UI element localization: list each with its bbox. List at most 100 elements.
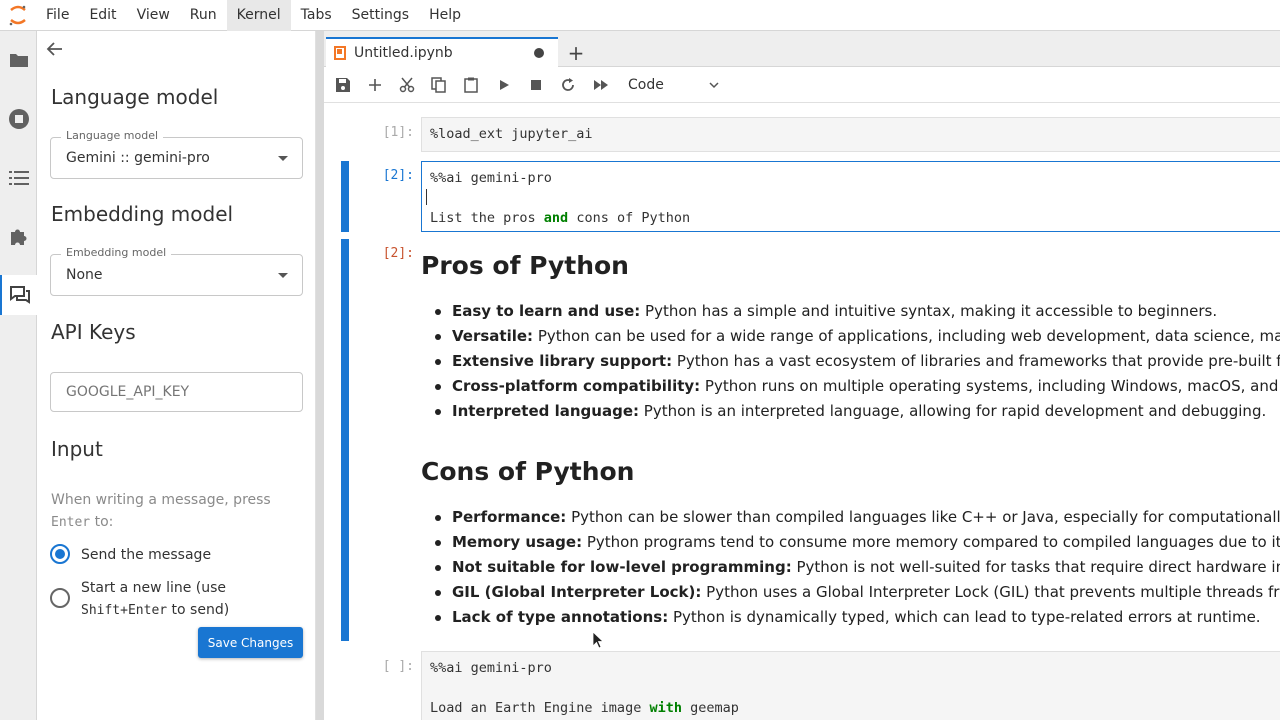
output-2-prompt: [2]:	[382, 246, 414, 261]
cell-3-prompt: [ ]:	[382, 659, 414, 674]
pros-item-term: Extensive library support:	[452, 352, 673, 370]
fast-forward-icon[interactable]	[590, 74, 612, 96]
dropdown-caret-icon	[278, 273, 288, 278]
cons-item-term: Memory usage:	[452, 533, 583, 551]
api-keys-title: API Keys	[51, 320, 136, 344]
cons-item-term: GIL (Global Interpreter Lock):	[452, 583, 702, 601]
pros-item: Extensive library support: Python has a …	[435, 349, 1280, 374]
mouse-pointer-icon	[592, 631, 604, 649]
unsaved-dot-icon[interactable]	[534, 48, 544, 58]
radio-send-button[interactable]	[50, 544, 70, 564]
cons-item: GIL (Global Interpreter Lock): Python us…	[435, 580, 1280, 605]
cell-1-code-text: %load_ext jupyter_ai	[430, 126, 593, 142]
tab-label: Untitled.ipynb	[354, 45, 453, 61]
menu-edit[interactable]: Edit	[79, 0, 126, 31]
notebook-toolbar: Code	[324, 67, 1280, 103]
radio-option-send[interactable]: Send the message	[50, 544, 211, 566]
embedding-model-value: None	[66, 267, 103, 283]
newline-label-prefix: Start a new line (use	[81, 580, 227, 596]
list-icon[interactable]	[0, 158, 37, 198]
pros-item: Interpreted language: Python is an inter…	[435, 399, 1280, 424]
cons-item: Performance: Python can be slower than c…	[435, 505, 1280, 530]
pros-item-text: Python has a vast ecosystem of libraries…	[676, 352, 1280, 370]
input-help-text: When writing a message, press Enter to:	[51, 489, 301, 534]
stop-icon[interactable]	[525, 74, 547, 96]
radio-option-newline[interactable]: Start a new line (use Shift+Enter to sen…	[50, 577, 229, 622]
save-icon[interactable]	[332, 74, 354, 96]
pros-item-text: Python can be used for a wide range of a…	[533, 327, 1280, 345]
save-changes-button[interactable]: Save Changes	[198, 627, 303, 658]
cut-icon[interactable]	[396, 74, 418, 96]
google-api-key-input[interactable]	[50, 372, 303, 412]
pros-list: Easy to learn and use: Python has a simp…	[435, 299, 1280, 424]
cons-item-text: Python programs tend to consume more mem…	[586, 533, 1280, 551]
cell-1-code[interactable]: %load_ext jupyter_ai	[421, 117, 1280, 152]
menu-file[interactable]: File	[36, 0, 79, 31]
pros-item-term: Versatile:	[452, 327, 534, 345]
cons-item-term: Performance:	[452, 508, 567, 526]
panel-splitter[interactable]	[316, 31, 324, 720]
cell-2-prompt: [2]:	[382, 168, 414, 183]
language-model-select[interactable]: Language model Gemini :: gemini-pro	[50, 129, 303, 179]
menu-tabs[interactable]: Tabs	[291, 0, 342, 31]
embedding-model-legend: Embedding model	[61, 246, 172, 259]
cell-type-select[interactable]: Code	[628, 73, 724, 97]
menu-settings[interactable]: Settings	[342, 0, 419, 31]
cell-3-keyword: with	[649, 700, 682, 716]
cons-item: Lack of type annotations: Python is dyna…	[435, 605, 1280, 630]
run-icon[interactable]	[493, 74, 515, 96]
cons-item-text: Python uses a Global Interpreter Lock (G…	[706, 583, 1280, 601]
notebook-file-icon	[334, 46, 346, 60]
cons-list: Performance: Python can be slower than c…	[435, 505, 1280, 630]
add-cell-icon[interactable]	[364, 74, 386, 96]
folder-icon[interactable]	[0, 40, 37, 80]
pros-item: Easy to learn and use: Python has a simp…	[435, 299, 1280, 324]
language-model-legend: Language model	[61, 129, 164, 142]
newline-label-key: Shift+Enter	[81, 603, 168, 618]
stop-circle-icon[interactable]	[0, 99, 37, 139]
output-2-collapser[interactable]	[341, 239, 349, 641]
new-tab-plus-icon[interactable]: +	[564, 41, 588, 65]
cons-item-term: Not suitable for low-level programming:	[452, 558, 792, 576]
cell-3-code[interactable]: %%ai gemini-pro Load an Earth Engine ima…	[421, 651, 1280, 720]
cell-2-code[interactable]: %%ai gemini-pro List the pros and cons o…	[421, 161, 1280, 232]
pros-item-text: Python has a simple and intuitive syntax…	[640, 302, 1218, 320]
jupyter-logo-icon[interactable]	[0, 0, 36, 31]
cell-2-keyword: and	[543, 210, 569, 226]
menu-kernel[interactable]: Kernel	[226, 0, 291, 31]
chat-icon[interactable]	[0, 275, 37, 315]
help-text-suffix: to:	[94, 514, 114, 530]
pros-item-term: Cross-platform compatibility:	[452, 377, 701, 395]
chevron-down-icon	[709, 82, 719, 89]
paste-icon[interactable]	[460, 74, 482, 96]
cons-item: Not suitable for low-level programming: …	[435, 555, 1280, 580]
pros-item-text: Python runs on multiple operating system…	[700, 377, 1280, 395]
cons-item-text: Python can be slower than compiled langu…	[571, 508, 1280, 526]
cells-container: [1]: %load_ext jupyter_ai [2]: %%ai gemi…	[324, 104, 1280, 720]
restart-icon[interactable]	[557, 74, 579, 96]
cell-1-prompt: [1]:	[382, 125, 414, 140]
cons-item-text: Python is dynamically typed, which can l…	[668, 608, 1261, 626]
radio-send-label: Send the message	[81, 547, 212, 563]
menu-run[interactable]: Run	[180, 0, 227, 31]
embedding-model-title: Embedding model	[51, 202, 234, 226]
menu-help[interactable]: Help	[419, 0, 471, 31]
back-arrow-icon[interactable]	[45, 39, 65, 59]
menu-view[interactable]: View	[127, 0, 180, 31]
embedding-model-select[interactable]: Embedding model None	[50, 246, 303, 296]
output-2-area: Pros of Python Easy to learn and use: Py…	[421, 239, 1280, 641]
input-title: Input	[51, 437, 103, 461]
activity-bar	[0, 31, 37, 720]
tab-untitled-ipynb[interactable]: Untitled.ipynb	[326, 37, 558, 67]
puzzle-icon[interactable]	[0, 217, 37, 257]
radio-newline-button[interactable]	[50, 588, 70, 608]
menu-bar: File Edit View Run Kernel Tabs Settings …	[0, 0, 1280, 31]
cons-item-term: Lack of type annotations:	[452, 608, 669, 626]
language-model-value: Gemini :: gemini-pro	[66, 150, 210, 166]
tab-bar: Untitled.ipynb +	[324, 31, 1280, 67]
dropdown-caret-icon	[278, 156, 288, 161]
cell-2-collapser[interactable]	[341, 161, 349, 232]
pros-item: Cross-platform compatibility: Python run…	[435, 374, 1280, 399]
copy-icon[interactable]	[428, 74, 450, 96]
cell-type-value: Code	[628, 77, 664, 93]
